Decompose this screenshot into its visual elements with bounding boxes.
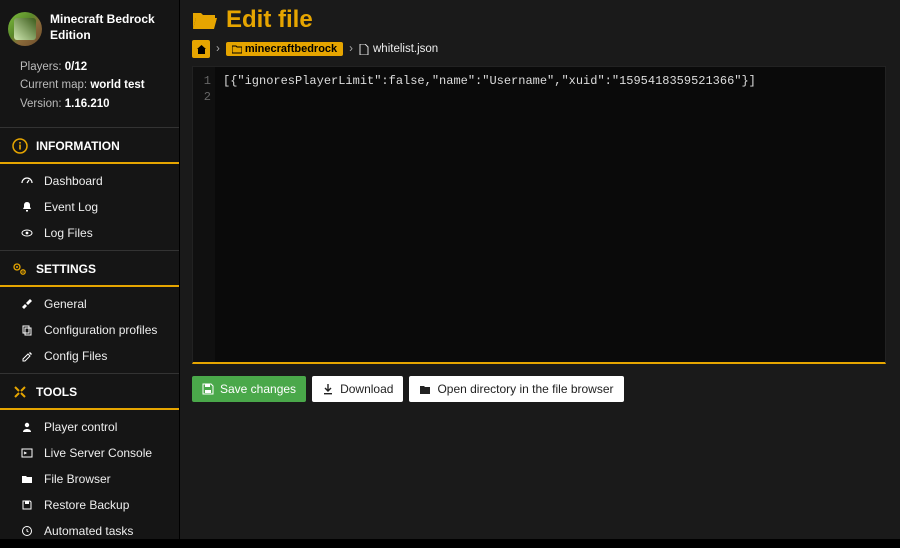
version-label: Version: bbox=[20, 98, 62, 110]
version-value: 1.16.210 bbox=[65, 98, 110, 110]
copy-icon bbox=[20, 324, 34, 336]
server-meta: Players: 0/12 Current map: world test Ve… bbox=[0, 58, 179, 127]
editor-code[interactable]: [{"ignoresPlayerLimit":false,"name":"Use… bbox=[215, 67, 885, 362]
save-label: Save changes bbox=[220, 382, 296, 396]
server-name: Minecraft Bedrock Edition bbox=[50, 12, 171, 43]
line-number: 1 bbox=[193, 73, 211, 89]
players-value: 0/12 bbox=[65, 61, 87, 73]
code-line: [{"ignoresPlayerLimit":false,"name":"Use… bbox=[223, 73, 877, 89]
sidebar-item-live-console[interactable]: Live Server Console bbox=[0, 440, 179, 466]
download-icon bbox=[322, 383, 334, 395]
breadcrumb-folder-label: minecraftbedrock bbox=[245, 43, 337, 55]
sidebar-item-label: Config Files bbox=[44, 349, 107, 363]
save-button[interactable]: Save changes bbox=[192, 376, 306, 402]
nav-tools: TOOLS Player control Live Server Console… bbox=[0, 373, 179, 548]
tools-icon bbox=[12, 384, 28, 400]
breadcrumb-file-label: whitelist.json bbox=[373, 43, 438, 55]
sidebar-item-label: Event Log bbox=[44, 200, 98, 214]
edit-icon bbox=[20, 350, 34, 362]
sidebar-item-player-control[interactable]: Player control bbox=[0, 414, 179, 440]
breadcrumb-folder[interactable]: minecraftbedrock bbox=[226, 42, 343, 56]
editor-gutter: 1 2 bbox=[193, 67, 215, 362]
folder-icon bbox=[419, 384, 431, 395]
page-title: Edit file bbox=[192, 4, 886, 40]
sidebar-item-label: Live Server Console bbox=[44, 446, 152, 460]
action-bar: Save changes Download Open directory in … bbox=[192, 364, 886, 402]
wrench-icon bbox=[20, 298, 34, 310]
sidebar-item-config-profiles[interactable]: Configuration profiles bbox=[0, 317, 179, 343]
sidebar-item-label: Automated tasks bbox=[44, 524, 133, 538]
sidebar-item-restore-backup[interactable]: Restore Backup bbox=[0, 492, 179, 518]
server-icon bbox=[8, 12, 42, 46]
main-content: Edit file › minecraftbedrock › whitelist… bbox=[180, 0, 900, 539]
open-directory-button[interactable]: Open directory in the file browser bbox=[409, 376, 623, 402]
sidebar: Minecraft Bedrock Edition Players: 0/12 … bbox=[0, 0, 180, 539]
nav-information: INFORMATION Dashboard Event Log Log File… bbox=[0, 127, 179, 250]
line-number: 2 bbox=[193, 89, 211, 105]
info-icon bbox=[12, 138, 28, 154]
breadcrumb-home[interactable] bbox=[192, 40, 210, 58]
clock-icon bbox=[20, 525, 34, 537]
floppy-icon bbox=[202, 383, 214, 395]
server-header: Minecraft Bedrock Edition bbox=[0, 0, 179, 58]
sidebar-item-config-files[interactable]: Config Files bbox=[0, 343, 179, 369]
nav-settings: SETTINGS General Configuration profiles … bbox=[0, 250, 179, 373]
download-button[interactable]: Download bbox=[312, 376, 403, 402]
console-icon bbox=[20, 447, 34, 459]
sidebar-item-automated-tasks[interactable]: Automated tasks bbox=[0, 518, 179, 544]
sidebar-item-label: General bbox=[44, 297, 87, 311]
user-icon bbox=[20, 421, 34, 433]
eye-icon bbox=[20, 227, 34, 239]
sidebar-item-dashboard[interactable]: Dashboard bbox=[0, 168, 179, 194]
code-editor[interactable]: 1 2 [{"ignoresPlayerLimit":false,"name":… bbox=[192, 66, 886, 364]
nav-head-label: INFORMATION bbox=[36, 139, 120, 153]
nav-head-settings: SETTINGS bbox=[0, 251, 179, 287]
chevron-right-icon: › bbox=[349, 43, 353, 55]
sidebar-item-label: Configuration profiles bbox=[44, 323, 157, 337]
sidebar-item-label: File Browser bbox=[44, 472, 111, 486]
nav-head-information: INFORMATION bbox=[0, 128, 179, 164]
nav-head-label: SETTINGS bbox=[36, 262, 96, 276]
sidebar-item-label: Player control bbox=[44, 420, 117, 434]
map-value: world test bbox=[90, 79, 144, 91]
sidebar-item-label: Log Files bbox=[44, 226, 93, 240]
sidebar-item-label: Restore Backup bbox=[44, 498, 129, 512]
folder-open-icon bbox=[192, 9, 218, 31]
map-label: Current map: bbox=[20, 79, 87, 91]
download-label: Download bbox=[340, 382, 393, 396]
save-icon bbox=[20, 499, 34, 511]
sidebar-item-event-log[interactable]: Event Log bbox=[0, 194, 179, 220]
chevron-right-icon: › bbox=[216, 43, 220, 55]
folder-icon bbox=[20, 473, 34, 485]
bell-icon bbox=[20, 201, 34, 213]
breadcrumb-file[interactable]: whitelist.json bbox=[359, 43, 438, 55]
nav-head-label: TOOLS bbox=[36, 385, 77, 399]
sidebar-item-log-files[interactable]: Log Files bbox=[0, 220, 179, 246]
page-title-text: Edit file bbox=[226, 6, 313, 34]
sidebar-item-file-browser[interactable]: File Browser bbox=[0, 466, 179, 492]
sidebar-item-label: Dashboard bbox=[44, 174, 103, 188]
nav-head-tools: TOOLS bbox=[0, 374, 179, 410]
sidebar-item-general[interactable]: General bbox=[0, 291, 179, 317]
open-directory-label: Open directory in the file browser bbox=[437, 382, 613, 396]
breadcrumb: › minecraftbedrock › whitelist.json bbox=[192, 40, 886, 66]
gauge-icon bbox=[20, 175, 34, 187]
players-label: Players: bbox=[20, 61, 62, 73]
gears-icon bbox=[12, 261, 28, 277]
